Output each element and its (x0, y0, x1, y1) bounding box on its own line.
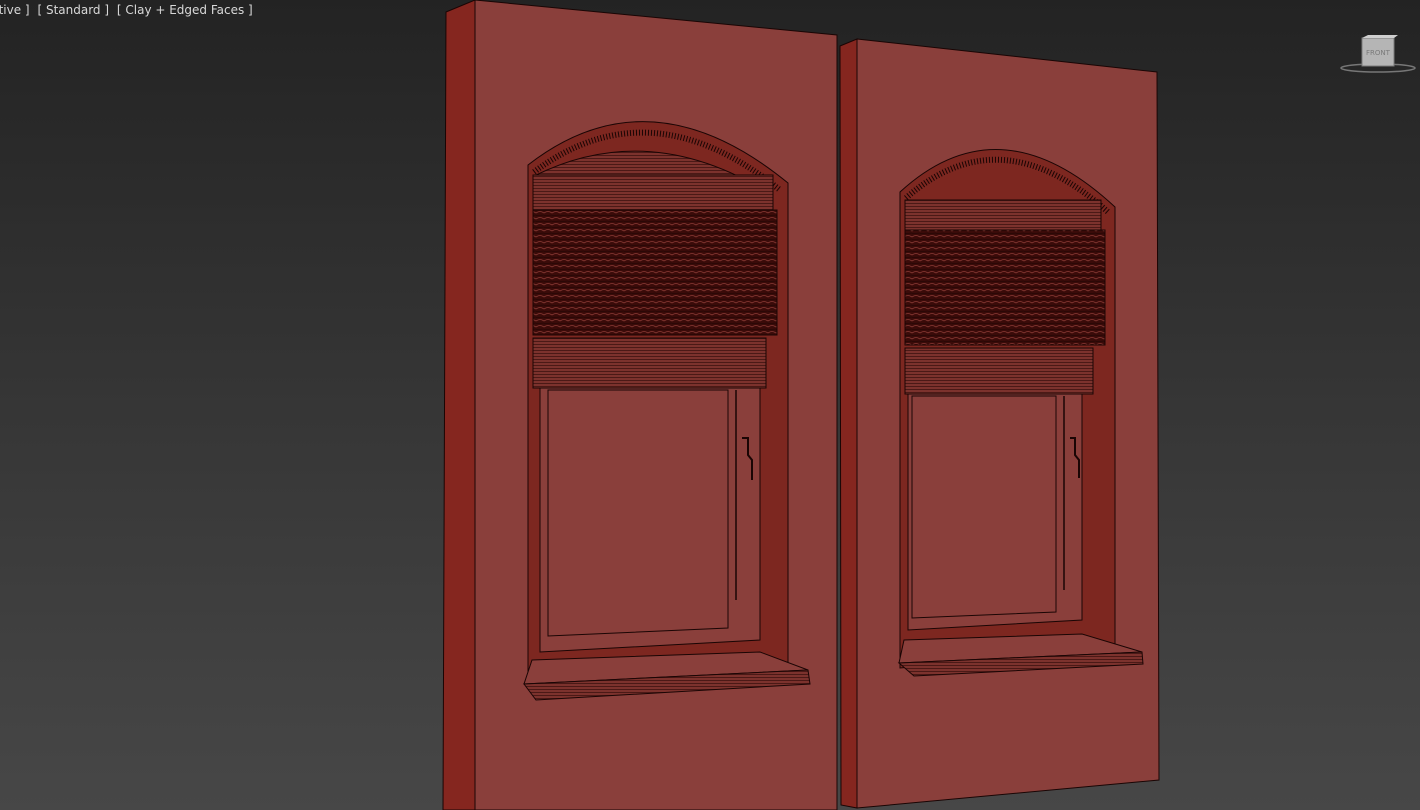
left-window-glass (547, 389, 729, 637)
left-blind-folds (532, 209, 778, 336)
viewport-label[interactable]: ctive ] [ Standard ] [ Clay + Edged Face… (0, 3, 257, 17)
viewport-pov-label[interactable]: ctive ] (0, 3, 30, 17)
viewcube-face-label[interactable]: FRONT (1366, 49, 1391, 57)
viewcube[interactable]: FRONT (1338, 34, 1418, 74)
right-window[interactable] (897, 148, 1144, 677)
left-window[interactable] (523, 121, 811, 701)
right-blind-header (904, 199, 1102, 231)
viewport-shading-standard-label[interactable]: [ Standard ] (37, 3, 109, 17)
right-wall-side (839, 38, 858, 809)
viewport-3d-scene[interactable] (0, 0, 1420, 810)
right-window-glass (911, 395, 1057, 619)
right-blind-bottom (904, 347, 1094, 395)
left-blind-bottom (532, 337, 767, 389)
viewport-shading-clay-label[interactable]: [ Clay + Edged Faces ] (117, 3, 253, 17)
right-wall-panel[interactable] (839, 38, 1160, 809)
left-wall-side (442, 0, 476, 810)
right-blind-folds (904, 229, 1106, 346)
left-wall-panel[interactable] (442, 0, 838, 810)
viewcube-icon: FRONT (1340, 35, 1416, 73)
left-blind-header (532, 174, 774, 211)
